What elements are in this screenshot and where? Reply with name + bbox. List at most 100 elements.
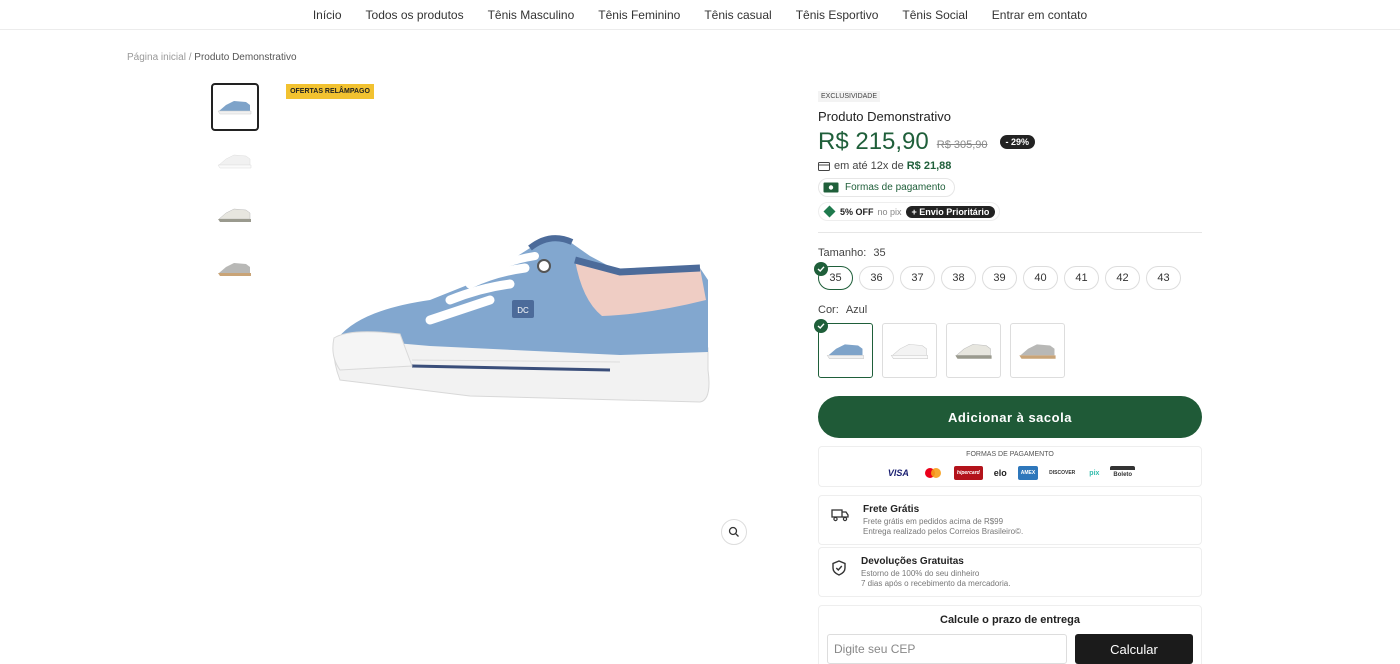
free-returns-box: Devoluções Gratuitas Estorno de 100% do …: [818, 547, 1202, 597]
pix-off: 5% OFF: [840, 206, 874, 217]
visa-logo: VISA: [887, 468, 909, 478]
size-option-39[interactable]: 39: [982, 266, 1017, 290]
add-to-bag-button[interactable]: Adicionar à sacola: [818, 396, 1202, 438]
hipercard-logo: hipercard: [953, 466, 983, 480]
product-name: Produto Demonstrativo: [818, 109, 951, 124]
free-returns-title: Devoluções Gratuitas: [861, 556, 964, 567]
payment-methods-box: FORMAS DE PAGAMENTO VISA hipercard elo A…: [818, 446, 1202, 487]
size-option-36[interactable]: 36: [859, 266, 894, 290]
shipping-calculator: Calcule o prazo de entrega Calcular: [818, 605, 1202, 664]
breadcrumb-home[interactable]: Página inicial: [127, 52, 186, 63]
check-icon: [814, 262, 828, 276]
size-option-43[interactable]: 43: [1146, 266, 1181, 290]
money-icon: [823, 182, 839, 193]
free-shipping-box: Frete Grátis Frete grátis em pedidos aci…: [818, 495, 1202, 545]
svg-text:DC: DC: [517, 306, 529, 315]
shield-check-icon: [832, 560, 846, 576]
elo-logo: elo: [993, 468, 1007, 478]
payment-methods-title: FORMAS DE PAGAMENTO: [966, 451, 1054, 458]
top-navigation: Início Todos os produtos Tênis Masculino…: [0, 0, 1400, 30]
discount-badge: - 29%: [999, 135, 1036, 149]
size-option-label: 40: [1034, 272, 1047, 284]
size-option-37[interactable]: 37: [900, 266, 935, 290]
size-selected: 35: [873, 247, 886, 259]
nav-tenis-social[interactable]: Tênis Social: [902, 8, 967, 22]
free-shipping-line2: Entrega realizado pelos Correios Brasile…: [863, 527, 1024, 536]
size-option-38[interactable]: 38: [941, 266, 976, 290]
installment-text: em até 12x de: [834, 160, 904, 172]
card-icon: [818, 161, 830, 171]
check-icon: [814, 319, 828, 333]
color-label-row: Cor: Azul: [818, 304, 1202, 316]
color-option-grey[interactable]: [1010, 323, 1065, 378]
thumbnail-offwhite[interactable]: [211, 191, 259, 239]
color-label: Cor:: [818, 304, 839, 316]
exclusive-badge: EXCLUSIVIDADE: [818, 91, 881, 102]
payment-methods-link[interactable]: Formas de pagamento: [818, 178, 955, 197]
color-options: [814, 319, 1202, 378]
nav-tenis-masculino[interactable]: Tênis Masculino: [488, 8, 575, 22]
free-returns-line2: 7 dias após o recebimento da mercadoria.: [861, 579, 1011, 588]
divider: [818, 232, 1202, 233]
size-option-label: 38: [952, 272, 965, 284]
size-option-label: 41: [1075, 272, 1088, 284]
color-option-white[interactable]: [882, 323, 937, 378]
thumbnail-grey[interactable]: [211, 245, 259, 293]
amex-logo: AMEX: [1017, 466, 1039, 480]
mastercard-logo: [920, 466, 946, 480]
truck-icon: [831, 509, 849, 522]
breadcrumb-current: Produto Demonstrativo: [194, 52, 297, 63]
size-label-row: Tamanho: 35: [818, 247, 1202, 259]
breadcrumb-separator: /: [188, 52, 192, 63]
thumbnail-list: [211, 83, 259, 299]
product-price: R$ 215,90: [818, 128, 929, 155]
color-selected: Azul: [845, 304, 868, 316]
breadcrumb: Página inicial / Produto Demonstrativo: [127, 52, 297, 63]
size-option-label: 39: [993, 272, 1006, 284]
discover-logo: DISCOVER: [1049, 470, 1076, 476]
magnifier-icon: [728, 526, 739, 537]
old-price: R$ 305,90: [936, 139, 988, 151]
pix-icon: [823, 205, 836, 218]
pix-logo: pix: [1089, 469, 1100, 477]
size-option-42[interactable]: 42: [1105, 266, 1140, 290]
thumbnail-blue[interactable]: [211, 83, 259, 131]
free-returns-line1: Estorno de 100% do seu dinheiro: [861, 569, 980, 578]
pix-text: no pix: [877, 206, 902, 217]
product-info: EXCLUSIVIDADE Produto Demonstrativo R$ 2…: [814, 85, 1202, 664]
installments: em até 12x de R$ 21,88: [818, 160, 1202, 172]
size-option-label: 35: [829, 272, 842, 284]
color-option-offwhite[interactable]: [946, 323, 1001, 378]
free-shipping-line1: Frete grátis em pedidos acima de R$99: [863, 517, 1004, 526]
size-options: 35 36 37 38 39 40 41 42 43: [814, 262, 1202, 290]
thumbnail-white[interactable]: [211, 137, 259, 185]
size-option-35[interactable]: 35: [814, 262, 853, 290]
nav-todos-produtos[interactable]: Todos os produtos: [366, 8, 464, 22]
size-option-label: 36: [870, 272, 883, 284]
payment-logos: VISA hipercard elo AMEX DISCOVER pix Bol…: [819, 458, 1201, 486]
nav-tenis-casual[interactable]: Tênis casual: [704, 8, 771, 22]
size-option-40[interactable]: 40: [1023, 266, 1058, 290]
payment-methods-label: Formas de pagamento: [845, 182, 946, 193]
calculate-button[interactable]: Calcular: [1075, 634, 1193, 664]
nav-tenis-feminino[interactable]: Tênis Feminino: [598, 8, 680, 22]
free-shipping-title: Frete Grátis: [863, 504, 920, 515]
size-option-41[interactable]: 41: [1064, 266, 1099, 290]
nav-tenis-esportivo[interactable]: Tênis Esportivo: [796, 8, 879, 22]
cep-input[interactable]: [827, 634, 1068, 664]
size-label: Tamanho:: [818, 247, 867, 259]
shipping-calculator-title: Calcule o prazo de entrega: [940, 614, 1080, 626]
installment-value: R$ 21,88: [906, 160, 952, 172]
pix-offer: 5% OFF no pix + Envio Prioritário: [818, 202, 1001, 221]
zoom-button[interactable]: [721, 519, 747, 545]
nav-inicio[interactable]: Início: [313, 8, 342, 22]
product-image: DC: [332, 235, 710, 403]
size-option-label: 37: [911, 272, 924, 284]
priority-shipping-badge: + Envio Prioritário: [905, 205, 996, 218]
color-option-azul[interactable]: [814, 319, 873, 378]
size-option-label: 43: [1157, 272, 1170, 284]
nav-contato[interactable]: Entrar em contato: [992, 8, 1087, 22]
size-option-label: 42: [1116, 272, 1129, 284]
boleto-logo: Boleto: [1110, 466, 1136, 480]
flash-sale-badge: OFERTAS RELÂMPAGO: [286, 84, 374, 99]
